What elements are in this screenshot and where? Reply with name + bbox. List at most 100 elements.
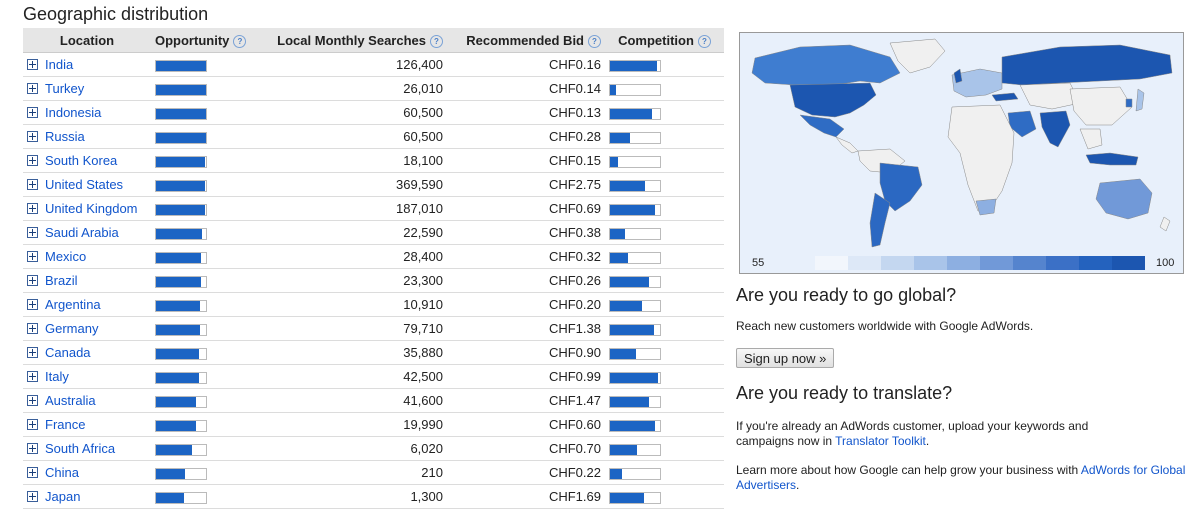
- location-cell: Argentina: [23, 292, 151, 317]
- location-link[interactable]: South Africa: [45, 441, 115, 456]
- location-link[interactable]: Mexico: [45, 249, 86, 264]
- expand-icon[interactable]: [27, 323, 38, 334]
- location-link[interactable]: Russia: [45, 129, 85, 144]
- table-row: Argentina 10,910 CHF0.20: [23, 292, 724, 317]
- global-text: Reach new customers worldwide with Googl…: [736, 319, 1034, 333]
- opportunity-cell: [151, 460, 259, 485]
- col-bid[interactable]: Recommended Bid?: [447, 28, 605, 53]
- map-south-korea: [1125, 98, 1133, 108]
- competition-bar: [609, 251, 661, 264]
- translator-toolkit-link[interactable]: Translator Toolkit: [835, 434, 926, 448]
- table-row: United Kingdom 187,010 CHF0.69: [23, 196, 724, 221]
- location-link[interactable]: Indonesia: [45, 105, 101, 120]
- question-mark-icon[interactable]: ?: [430, 34, 443, 48]
- opportunity-bar: [155, 107, 207, 120]
- opportunity-bar-fill: [156, 84, 206, 95]
- question-mark-icon[interactable]: ?: [233, 34, 247, 48]
- expand-icon[interactable]: [27, 419, 38, 430]
- location-link[interactable]: China: [45, 465, 79, 480]
- location-link[interactable]: Japan: [45, 489, 80, 504]
- location-link[interactable]: Brazil: [45, 273, 78, 288]
- location-link[interactable]: Australia: [45, 393, 96, 408]
- competition-bar: [609, 59, 661, 72]
- opportunity-bar-fill: [156, 420, 196, 431]
- table-row: Japan 1,300 CHF1.69: [23, 484, 724, 509]
- location-link[interactable]: United States: [45, 177, 123, 192]
- opportunity-bar: [155, 347, 207, 360]
- world-map[interactable]: [739, 32, 1184, 274]
- searches-cell: 35,880: [259, 340, 447, 365]
- location-link[interactable]: South Korea: [45, 153, 117, 168]
- expand-icon[interactable]: [27, 107, 38, 118]
- expand-icon[interactable]: [27, 275, 38, 286]
- location-link[interactable]: Turkey: [45, 81, 84, 96]
- expand-icon[interactable]: [27, 227, 38, 238]
- sign-up-button[interactable]: Sign up now »: [736, 348, 835, 368]
- legend-min: 55: [752, 257, 765, 269]
- expand-icon[interactable]: [27, 347, 38, 358]
- location-cell: United States: [23, 172, 151, 197]
- opportunity-cell: [151, 148, 259, 173]
- expand-icon[interactable]: [27, 131, 38, 142]
- bid-cell: CHF1.38: [447, 316, 605, 341]
- opportunity-bar-fill: [156, 204, 205, 215]
- location-link[interactable]: Saudi Arabia: [45, 225, 119, 240]
- searches-cell: 187,010: [259, 196, 447, 221]
- competition-bar: [609, 395, 661, 408]
- table-row: Italy 42,500 CHF0.99: [23, 364, 724, 389]
- expand-icon[interactable]: [27, 251, 38, 262]
- opportunity-bar-fill: [156, 492, 184, 503]
- expand-icon[interactable]: [27, 59, 38, 70]
- expand-icon[interactable]: [27, 83, 38, 94]
- competition-cell: [605, 412, 724, 437]
- expand-icon[interactable]: [27, 179, 38, 190]
- competition-bar-fill: [610, 324, 654, 335]
- location-cell: Indonesia: [23, 100, 151, 125]
- col-location[interactable]: Location: [23, 28, 151, 53]
- location-link[interactable]: France: [45, 417, 85, 432]
- expand-icon[interactable]: [27, 299, 38, 310]
- competition-cell: [605, 52, 724, 77]
- expand-icon[interactable]: [27, 371, 38, 382]
- location-link[interactable]: United Kingdom: [45, 201, 138, 216]
- opportunity-bar-fill: [156, 324, 200, 335]
- col-searches[interactable]: Local Monthly Searches?: [259, 28, 447, 53]
- location-cell: Russia: [23, 124, 151, 149]
- bid-cell: CHF1.47: [447, 388, 605, 413]
- question-mark-icon[interactable]: ?: [697, 34, 711, 48]
- competition-cell: [605, 220, 724, 245]
- opportunity-bar: [155, 491, 207, 504]
- competition-bar: [609, 227, 661, 240]
- opportunity-cell: [151, 172, 259, 197]
- question-mark-icon[interactable]: ?: [588, 34, 601, 48]
- expand-icon[interactable]: [27, 395, 38, 406]
- col-competition[interactable]: Competition?: [605, 28, 724, 53]
- location-link[interactable]: Argentina: [45, 297, 101, 312]
- competition-cell: [605, 484, 724, 509]
- expand-icon[interactable]: [27, 203, 38, 214]
- location-link[interactable]: Canada: [45, 345, 91, 360]
- legend-max: 100: [1156, 257, 1175, 269]
- expand-icon[interactable]: [27, 467, 38, 478]
- expand-icon[interactable]: [27, 491, 38, 502]
- opportunity-bar-fill: [156, 276, 201, 287]
- expand-icon[interactable]: [27, 443, 38, 454]
- location-link[interactable]: Italy: [45, 369, 69, 384]
- opportunity-cell: [151, 52, 259, 77]
- location-link[interactable]: Germany: [45, 321, 98, 336]
- searches-cell: 42,500: [259, 364, 447, 389]
- competition-bar-fill: [610, 420, 655, 431]
- location-link[interactable]: India: [45, 57, 73, 72]
- competition-bar-fill: [610, 60, 657, 71]
- opportunity-cell: [151, 484, 259, 509]
- searches-cell: 23,300: [259, 268, 447, 293]
- bid-cell: CHF0.38: [447, 220, 605, 245]
- table-row: France 19,990 CHF0.60: [23, 412, 724, 437]
- opportunity-bar: [155, 131, 207, 144]
- searches-cell: 60,500: [259, 100, 447, 125]
- legend-swatch: [947, 256, 980, 270]
- competition-bar-fill: [610, 228, 625, 239]
- col-opportunity[interactable]: Opportunity?: [151, 28, 259, 53]
- bid-cell: CHF0.70: [447, 436, 605, 461]
- expand-icon[interactable]: [27, 155, 38, 166]
